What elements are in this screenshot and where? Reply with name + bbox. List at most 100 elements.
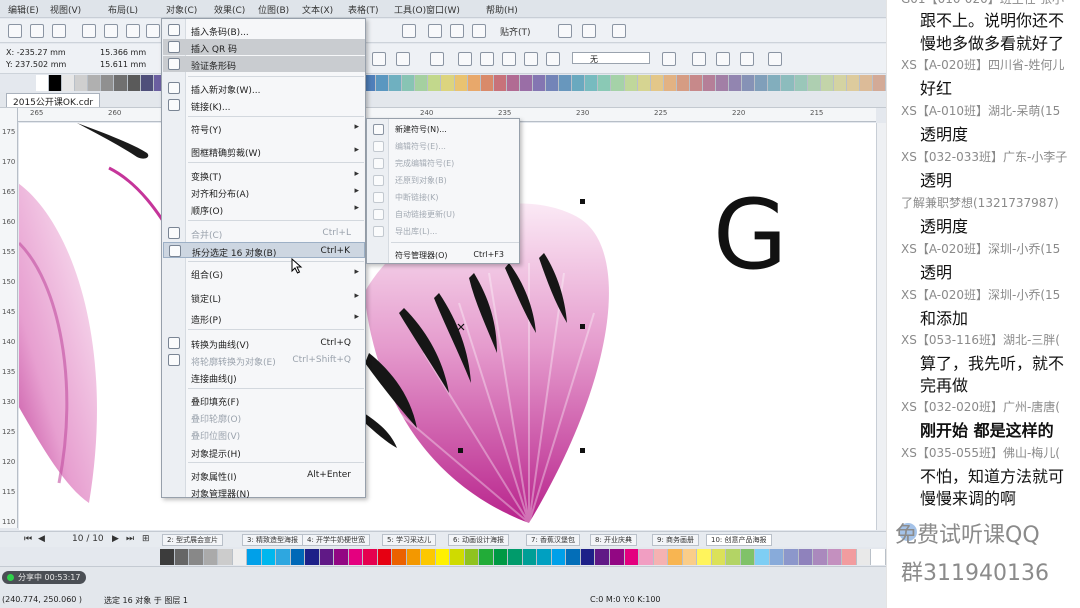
palette-swatch[interactable] (639, 549, 654, 565)
object-menu-item[interactable]: 符号(Y) ▸ (163, 120, 365, 136)
palette-swatch[interactable] (421, 549, 436, 565)
palette-swatch[interactable] (36, 75, 50, 91)
palette-swatch[interactable] (689, 75, 703, 91)
open-icon[interactable] (30, 24, 44, 38)
symbol-menu-item[interactable]: 符号管理器(O) Ctrl+F3 (368, 247, 518, 263)
palette-swatch[interactable] (276, 549, 291, 565)
palette-swatch[interactable] (506, 75, 520, 91)
palette-swatch[interactable] (624, 549, 640, 565)
last-page-icon[interactable]: ⏭ (126, 534, 134, 544)
palette-swatch[interactable] (88, 75, 102, 91)
palette-swatch[interactable] (650, 75, 664, 91)
palette-swatch[interactable] (624, 75, 638, 91)
palette-swatch[interactable] (794, 75, 808, 91)
color-palette-bottom[interactable] (160, 549, 886, 565)
palette-swatch[interactable] (467, 75, 481, 91)
palette-swatch[interactable] (532, 75, 547, 91)
palette-swatch[interactable] (807, 75, 821, 91)
palette-swatch[interactable] (389, 75, 403, 91)
object-menu-item[interactable]: 转换为曲线(V) Ctrl+Q (163, 335, 365, 351)
palette-swatch[interactable] (450, 549, 465, 565)
palette-swatch[interactable] (676, 75, 690, 91)
save-icon[interactable] (52, 24, 66, 38)
object-menu-item[interactable]: 链接(K)... (163, 97, 365, 113)
palette-swatch[interactable] (595, 549, 610, 565)
zoom-icon[interactable] (402, 24, 416, 38)
palette-swatch[interactable] (609, 549, 625, 565)
width-field[interactable]: 15.366 mm (100, 48, 146, 57)
palette-swatch[interactable] (247, 549, 262, 565)
palette-swatch[interactable] (781, 75, 795, 91)
screen-share-indicator[interactable]: 分享中 00:53:17 (2, 571, 87, 584)
palette-swatch[interactable] (428, 75, 442, 91)
palette-swatch[interactable] (598, 75, 612, 91)
previous-page-icon[interactable]: ◀ (38, 534, 45, 544)
first-page-icon[interactable]: ⏮ (24, 534, 32, 544)
next-page-icon[interactable]: ▶ (112, 534, 119, 544)
palette-swatch[interactable] (637, 75, 651, 91)
page-tab[interactable]: 9: 商务画册 (652, 534, 700, 546)
palette-swatch[interactable] (519, 75, 533, 91)
object-menu-item[interactable]: 连接曲线(J) (163, 369, 365, 385)
palette-swatch[interactable] (480, 75, 494, 91)
palette-swatch[interactable] (682, 549, 698, 565)
palette-swatch[interactable] (611, 75, 625, 91)
palette-swatch[interactable] (769, 549, 785, 565)
palette-swatch[interactable] (402, 75, 416, 91)
palette-swatch[interactable] (75, 75, 89, 91)
object-menu-item[interactable]: 造形(P) ▸ (163, 310, 365, 326)
page-tab[interactable]: 3: 精致造型海报 (242, 534, 304, 546)
object-menu-item[interactable]: 顺序(O) ▸ (163, 201, 365, 217)
outline-icon[interactable] (430, 52, 444, 66)
y-position-field[interactable]: Y: 237.502 mm (6, 60, 66, 69)
palette-swatch[interactable] (716, 75, 730, 91)
object-menu-item[interactable]: 对象管理器(N) (163, 484, 365, 500)
align-icon[interactable] (716, 52, 730, 66)
object-menu-item[interactable]: 插入 QR 码 (163, 39, 365, 55)
wrap-icon[interactable] (372, 52, 386, 66)
palette-swatch[interactable] (62, 75, 76, 91)
front-minus-back-icon[interactable] (546, 52, 560, 66)
lock-icon[interactable] (768, 52, 782, 66)
palette-swatch[interactable] (261, 549, 277, 565)
snap-to-dropdown[interactable]: 贴齐(T) (500, 25, 531, 38)
menu-tools[interactable]: 工具(O) (394, 3, 426, 16)
rulers-icon[interactable] (450, 24, 464, 38)
page-tab[interactable]: 4: 开学牛奶梗世宽 (302, 534, 371, 546)
object-menu-item[interactable]: 插入新对象(W)... (163, 80, 365, 96)
palette-swatch[interactable] (174, 549, 190, 565)
full-screen-icon[interactable] (428, 24, 442, 38)
outline-width-select[interactable] (572, 52, 650, 64)
palette-swatch[interactable] (49, 75, 63, 91)
copy-icon[interactable] (104, 24, 118, 38)
palette-swatch[interactable] (842, 549, 857, 565)
page-tab[interactable]: 8: 开业庆典 (590, 534, 638, 546)
palette-swatch[interactable] (464, 549, 480, 565)
palette-swatch[interactable] (813, 549, 828, 565)
palette-swatch[interactable] (559, 75, 573, 91)
palette-swatch[interactable] (508, 549, 523, 565)
object-menu-item[interactable]: 叠印填充(F) (163, 392, 365, 408)
menu-edit[interactable]: 编辑(E) (8, 3, 39, 16)
palette-swatch[interactable] (160, 549, 175, 565)
palette-swatch[interactable] (859, 75, 873, 91)
palette-swatch[interactable] (348, 549, 364, 565)
menu-layout[interactable]: 布局(L) (108, 3, 138, 16)
intersect-icon[interactable] (502, 52, 516, 66)
palette-swatch[interactable] (740, 549, 756, 565)
palette-swatch[interactable] (377, 549, 393, 565)
object-menu-item[interactable]: 验证条形码 (163, 56, 365, 72)
trim-icon[interactable] (480, 52, 494, 66)
palette-swatch[interactable] (546, 75, 560, 91)
palette-swatch[interactable] (140, 75, 154, 91)
palette-swatch[interactable] (711, 549, 727, 565)
menu-view[interactable]: 视图(V) (50, 3, 81, 16)
palette-swatch[interactable] (203, 549, 219, 565)
vertical-scrollbar[interactable] (876, 123, 886, 530)
palette-swatch[interactable] (585, 75, 599, 91)
cut-icon[interactable] (82, 24, 96, 38)
weld-icon[interactable] (458, 52, 472, 66)
menu-window[interactable]: 窗口(W) (426, 3, 460, 16)
palette-swatch[interactable] (871, 549, 886, 565)
undo-icon[interactable] (146, 24, 160, 38)
